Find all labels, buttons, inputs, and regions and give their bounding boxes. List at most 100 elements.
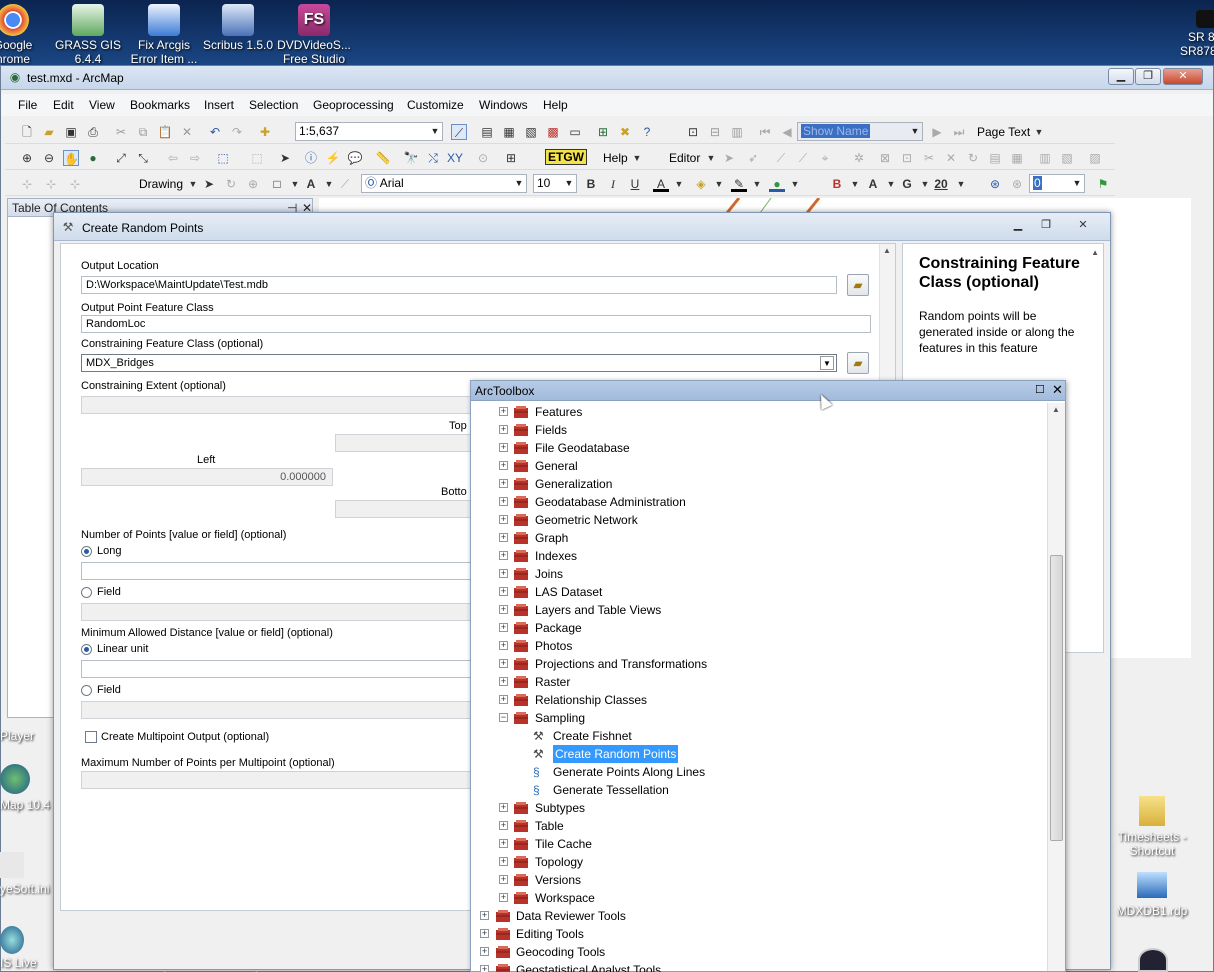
expand-icon[interactable]: + (499, 515, 508, 524)
toolset-row[interactable]: + Package (471, 619, 1047, 637)
toolset-row[interactable]: + Topology (471, 853, 1047, 871)
search-window-icon[interactable]: ▧ (523, 124, 539, 140)
python-window-icon[interactable]: ▭ (567, 124, 583, 140)
layout-2-icon[interactable]: ⊟ (707, 124, 723, 140)
desktop-icon-ini[interactable]: yeSoft.ini (0, 852, 52, 896)
split-icon[interactable]: ✕ (943, 150, 959, 166)
toolset-row[interactable]: + Table (471, 817, 1047, 835)
output-fc-input[interactable]: RandomLoc (81, 315, 871, 333)
tool-item[interactable]: § Generate Points Along Lines (471, 763, 1047, 781)
font-combo[interactable]: Ⓞ Arial ▼ (361, 174, 527, 193)
chevron-down-icon[interactable]: ▼ (787, 176, 803, 192)
collapse-icon[interactable]: − (499, 713, 508, 722)
expand-icon[interactable]: + (499, 839, 508, 848)
expand-icon[interactable]: + (499, 497, 508, 506)
zoom-whole-page-icon[interactable]: ⊕ (245, 176, 261, 192)
chevron-down-icon[interactable]: ▼ (185, 176, 201, 192)
chevron-down-icon[interactable]: ▼ (321, 176, 337, 192)
chevron-down-icon[interactable]: ▼ (883, 176, 899, 192)
catalog-window-icon[interactable]: ▦ (501, 124, 517, 140)
sketch-properties-icon[interactable]: ▦ (1009, 150, 1025, 166)
browse-folder-button[interactable]: ▰ (847, 274, 869, 296)
constraining-extent-select[interactable] (81, 396, 471, 414)
min-distance-field-select[interactable] (81, 701, 471, 719)
open-folder-icon[interactable]: ▰ (41, 124, 57, 140)
chevron-down-icon[interactable]: ▼ (671, 176, 687, 192)
toolset-row[interactable]: + Workspace (471, 889, 1047, 907)
flag-icon[interactable]: ⚑ (1095, 176, 1111, 192)
desktop-icon-gis-live[interactable]: IS Live (0, 926, 52, 970)
arctoolbox-titlebar[interactable]: ArcToolbox ☐ ✕ (471, 381, 1065, 401)
toolset-row[interactable]: + Versions (471, 871, 1047, 889)
expand-icon[interactable]: + (499, 425, 508, 434)
menu-view[interactable]: View (89, 98, 115, 112)
font-color-icon[interactable]: A (653, 176, 669, 192)
edit-vertices-2-icon[interactable]: ⟋ (337, 176, 353, 192)
expand-icon[interactable]: + (499, 605, 508, 614)
clear-selected-icon[interactable]: ⬚ (249, 150, 265, 166)
reshape-icon[interactable]: ⊡ (899, 150, 915, 166)
scrollbar-thumb[interactable] (1050, 555, 1063, 841)
toolset-toolbox[interactable]: + Geocoding Tools (471, 943, 1047, 961)
label-20-icon[interactable]: 20 (931, 176, 951, 192)
expand-icon[interactable]: + (499, 407, 508, 416)
next-page-icon[interactable]: ▶ (929, 124, 945, 140)
expand-icon[interactable]: + (499, 821, 508, 830)
desktop-icon-fix-arcgis[interactable]: Fix Arcgis Error Item ... (124, 4, 204, 66)
pan-icon[interactable]: ✋ (63, 150, 79, 166)
page-text-menu[interactable]: Page Text (977, 125, 1030, 139)
fill-color-icon[interactable]: ◈ (693, 176, 709, 192)
last-page-icon[interactable]: ⏭ (951, 124, 967, 140)
line-color-icon[interactable]: ✎ (731, 176, 747, 192)
color-value-combo[interactable]: 0 ▼ (1029, 174, 1085, 193)
endpoint-arc-icon[interactable]: ⟋ (795, 150, 811, 166)
chevron-down-icon[interactable]: ▼ (287, 176, 303, 192)
expand-icon[interactable]: + (499, 659, 508, 668)
print-icon[interactable]: ⎙ (85, 124, 101, 140)
create-viewer-icon[interactable]: ⊞ (503, 150, 519, 166)
extent-left-input[interactable]: 0.000000 (81, 468, 333, 486)
close-button[interactable]: ✕ (1163, 68, 1203, 85)
expand-icon[interactable]: + (499, 857, 508, 866)
attributes-icon[interactable]: ▤ (987, 150, 1003, 166)
etgw-tool[interactable]: ETGW (545, 149, 587, 165)
save-icon[interactable]: ▣ (63, 124, 79, 140)
point-icon[interactable]: ✲ (851, 150, 867, 166)
first-page-icon[interactable]: ⏮ (757, 124, 773, 140)
label-bold-icon[interactable]: B (829, 176, 845, 192)
expand-icon[interactable]: + (499, 587, 508, 596)
expand-icon[interactable]: + (480, 947, 489, 956)
menu-customize[interactable]: Customize (407, 98, 464, 112)
toolset-toolbox[interactable]: + Editing Tools (471, 925, 1047, 943)
desktop-icon-grass-gis[interactable]: GRASS GIS 6.4.4 (48, 4, 128, 66)
desktop-icon-arcmap[interactable]: Map 10.4 (0, 764, 52, 812)
bold-icon[interactable]: B (583, 176, 599, 192)
georef-icon[interactable]: ⊛ (987, 176, 1003, 192)
toolset-row[interactable]: + LAS Dataset (471, 583, 1047, 601)
toolset-row[interactable]: + Layers and Table Views (471, 601, 1047, 619)
menu-help[interactable]: Help (543, 98, 568, 112)
layout-icon[interactable]: ⊡ (685, 124, 701, 140)
modelbuilder-icon[interactable]: ⊞ (595, 124, 611, 140)
toolset-sampling[interactable]: − Sampling (471, 709, 1047, 727)
toolbox-scrollbar[interactable]: ▲ (1047, 403, 1065, 971)
num-points-input[interactable] (81, 562, 471, 580)
undo-icon[interactable]: ↶ (207, 124, 223, 140)
multipoint-checkbox[interactable] (85, 731, 97, 743)
dialog-maximize-button[interactable]: ❐ (1034, 217, 1058, 234)
font-size-combo[interactable]: 10 ▼ (533, 174, 577, 193)
fixed-zoom-out-icon[interactable]: ⤡ (135, 150, 151, 166)
toolset-row[interactable]: + Photos (471, 637, 1047, 655)
trace-icon[interactable]: ⌖ (817, 150, 833, 166)
menu-bookmarks[interactable]: Bookmarks (130, 98, 190, 112)
toolset-row[interactable]: + Geodatabase Administration (471, 493, 1047, 511)
chevron-down-icon[interactable]: ▼ (703, 150, 719, 166)
expand-icon[interactable]: + (499, 569, 508, 578)
snap-2-icon[interactable]: ⊹ (43, 176, 59, 192)
select-features-icon[interactable]: ⬚ (215, 150, 231, 166)
expand-icon[interactable]: + (480, 965, 489, 972)
arctoolbox-icon[interactable]: ▩ (545, 124, 561, 140)
toolset-row[interactable]: + Indexes (471, 547, 1047, 565)
zoom-in-icon[interactable]: ⊕ (19, 150, 35, 166)
expand-icon[interactable]: + (499, 461, 508, 470)
